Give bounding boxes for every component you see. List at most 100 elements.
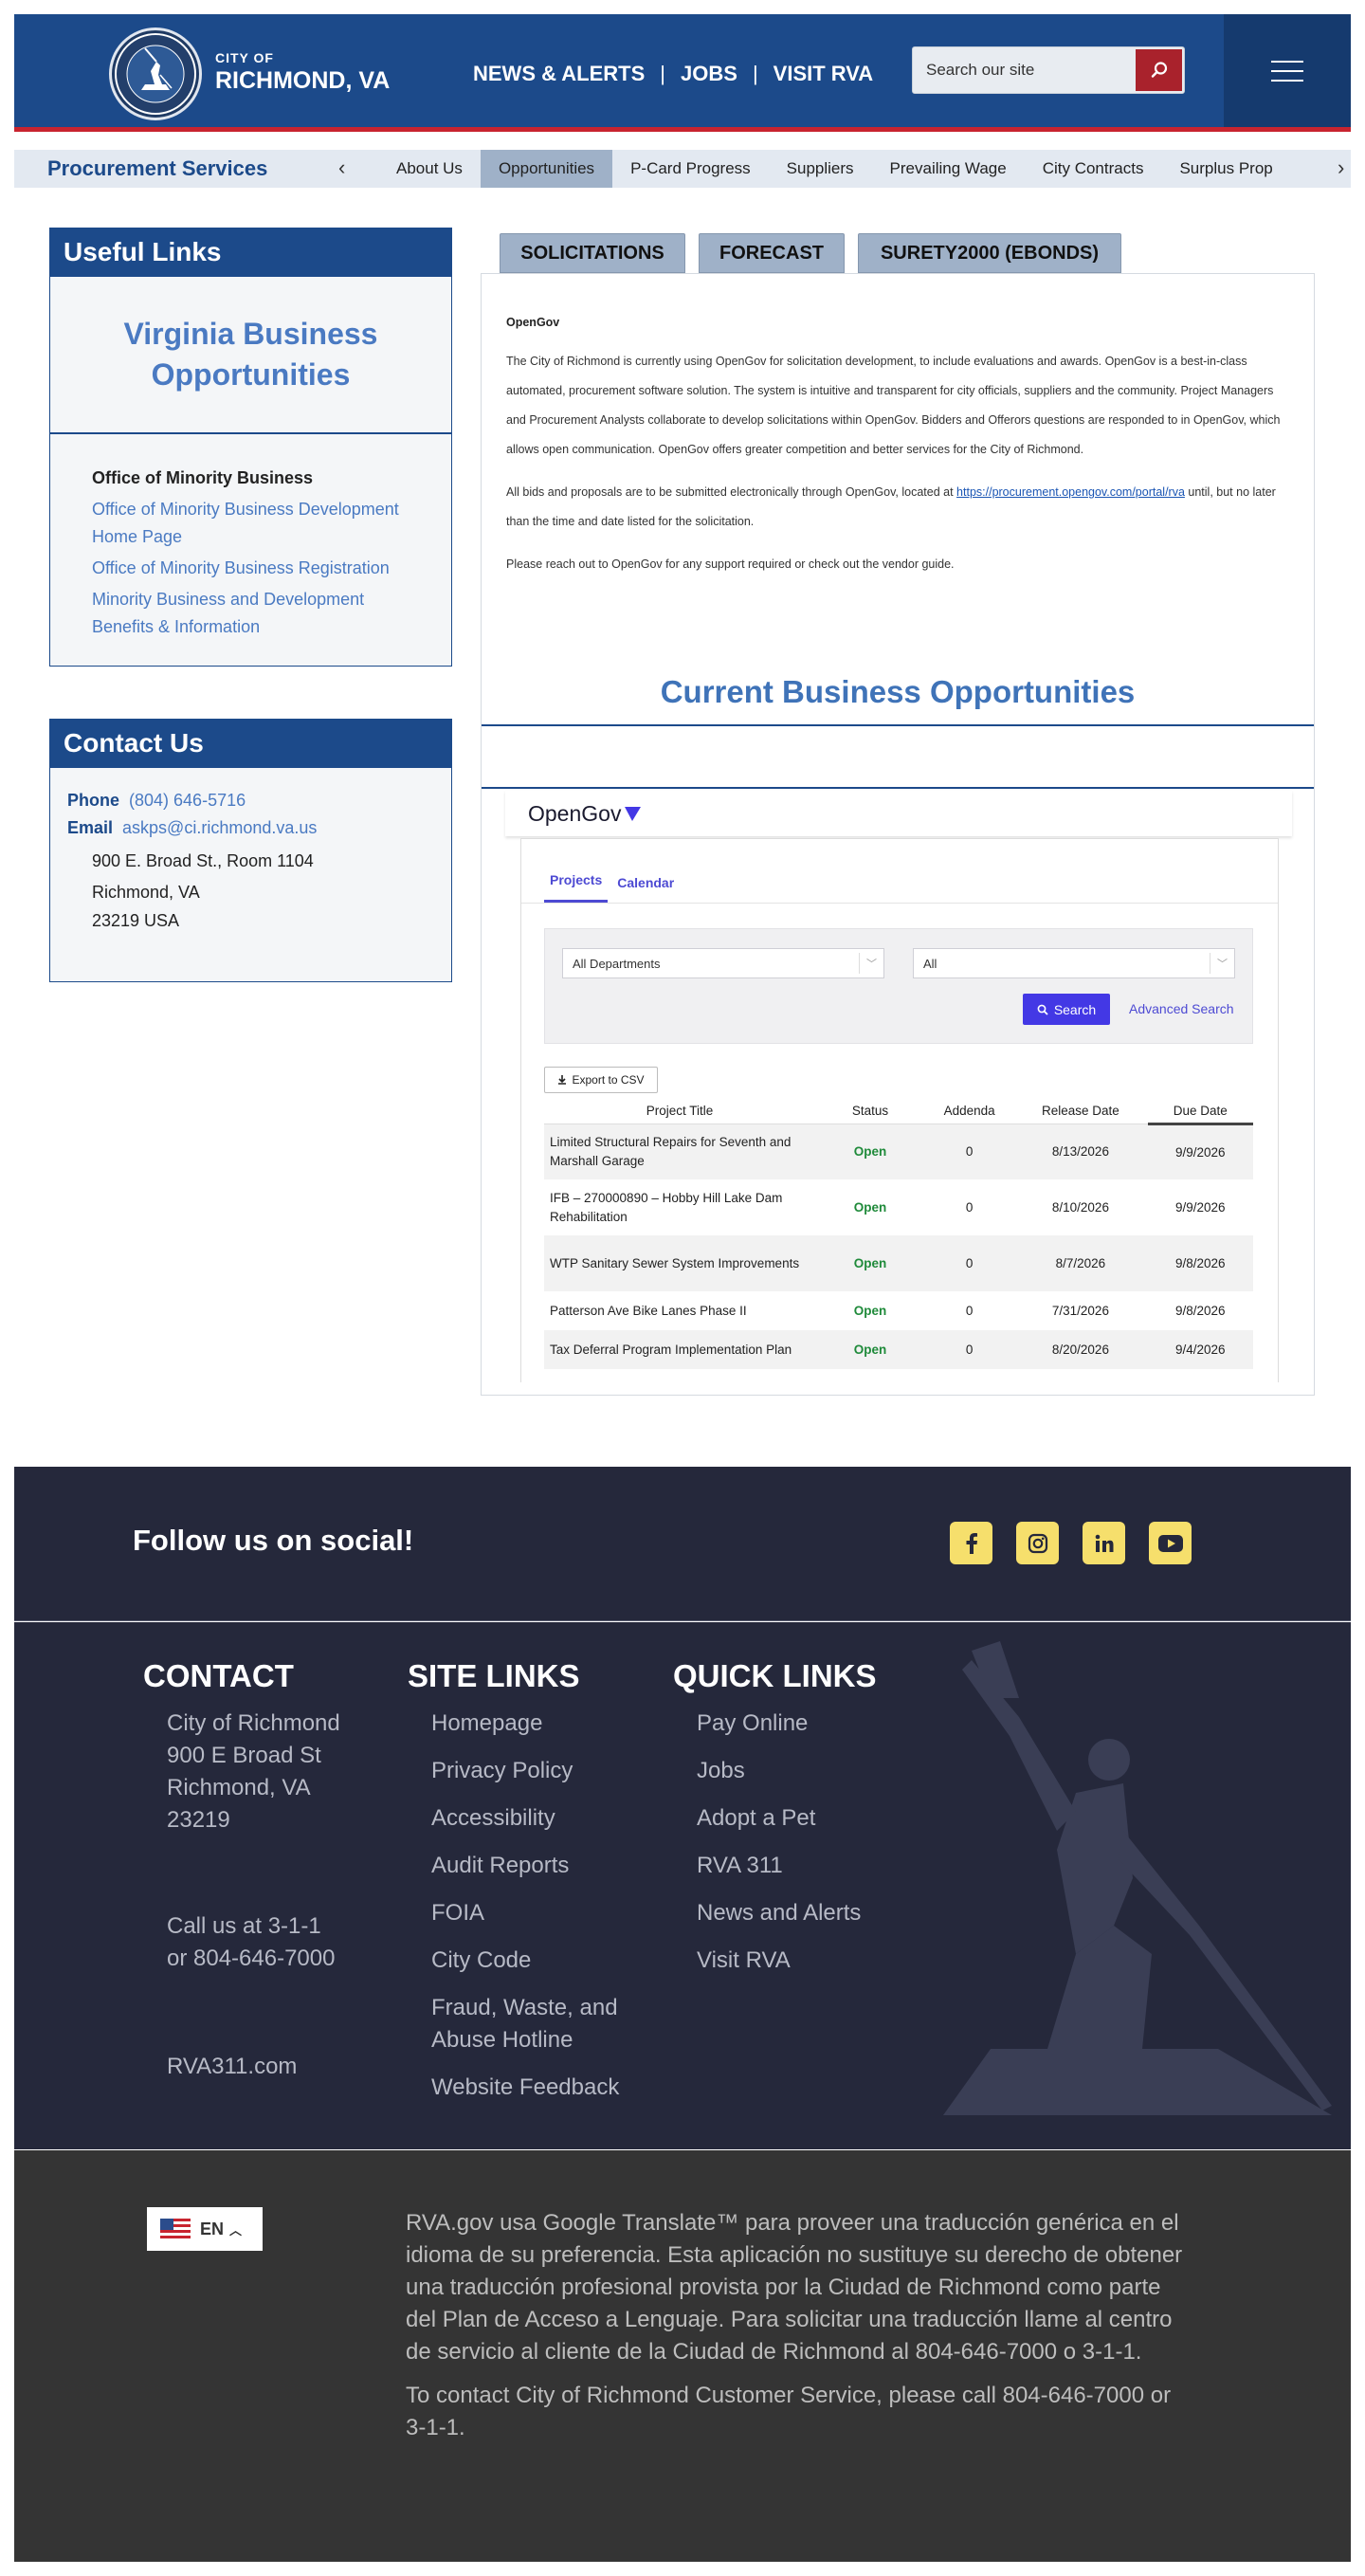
footer-link-rva-311[interactable]: RVA 311 [697, 1850, 877, 1882]
table-row[interactable]: Limited Structural Repairs for Seventh a… [544, 1124, 1253, 1179]
footer-link-news-alerts[interactable]: News and Alerts [697, 1897, 877, 1929]
contact-us-title: Contact Us [50, 720, 451, 768]
project-title[interactable]: Patterson Ave Bike Lanes Phase II [544, 1291, 815, 1330]
footer-contact-line: Richmond, VA [167, 1775, 311, 1800]
tab-projects[interactable]: Projects [544, 872, 609, 903]
social-title: Follow us on social! [133, 1524, 414, 1557]
column-header-status[interactable]: Status [815, 1099, 925, 1124]
footer-site-links-column: SITE LINKS Homepage Privacy Policy Acces… [408, 1658, 640, 2119]
footer-rva311-link[interactable]: RVA311.com [167, 2051, 340, 2083]
subnav-item-p-card-progress[interactable]: P-Card Progress [612, 150, 769, 188]
phone-link[interactable]: (804) 646-5716 [129, 791, 246, 810]
translate-section: EN ︿ RVA.gov usa Google Translate™ para … [14, 2150, 1351, 2562]
table-row[interactable]: Patterson Ave Bike Lanes Phase II Open 0… [544, 1291, 1253, 1330]
search-button[interactable] [1136, 49, 1182, 91]
footer-link-audit-reports[interactable]: Audit Reports [431, 1850, 640, 1882]
subnav-item-surplus-property[interactable]: Surplus Prop [1161, 150, 1290, 188]
linkedin-icon[interactable] [1083, 1522, 1125, 1564]
project-title[interactable]: WTP Sanitary Sewer System Improvements [544, 1235, 815, 1291]
table-row[interactable]: IFB – 270000890 – Hobby Hill Lake Dam Re… [544, 1179, 1253, 1235]
footer-link-website-feedback[interactable]: Website Feedback [431, 2072, 640, 2104]
footer-call-line[interactable]: or 804-646-7000 [167, 1943, 340, 1975]
nav-jobs[interactable]: JOBS [681, 62, 737, 86]
nav-separator: | [660, 62, 666, 85]
project-due-date: 9/8/2026 [1174, 1304, 1226, 1318]
virginia-business-opportunities-link[interactable]: Virginia Business Opportunities [50, 277, 451, 434]
tab-solicitations[interactable]: SOLICITATIONS [500, 233, 685, 273]
tab-calendar[interactable]: Calendar [611, 875, 680, 903]
site-footer: CONTACT City of Richmond 900 E Broad St … [14, 1622, 1351, 2149]
export-csv-button[interactable]: Export to CSV [544, 1067, 658, 1093]
city-wordmark-big: RICHMOND, VA [215, 67, 391, 94]
footer-call-line[interactable]: Call us at 3-1-1 [167, 1910, 340, 1943]
tab-forecast[interactable]: FORECAST [699, 233, 845, 273]
footer-link-jobs[interactable]: Jobs [697, 1755, 877, 1787]
city-seal-logo[interactable] [109, 27, 202, 120]
footer-link-privacy-policy[interactable]: Privacy Policy [431, 1755, 640, 1787]
opengov-logo-text: OpenGov [528, 800, 622, 826]
table-row[interactable]: WTP Sanitary Sewer System Improvements O… [544, 1235, 1253, 1291]
omb-benefits-link[interactable]: Minority Business and Development Benefi… [92, 586, 405, 641]
youtube-icon[interactable] [1149, 1522, 1192, 1564]
opengov-embed: OpenGov Projects Calendar All Department… [505, 791, 1292, 1382]
project-status: Open [853, 1304, 887, 1318]
tab-surety2000[interactable]: SURETY2000 (EBONDS) [858, 233, 1121, 273]
status-select[interactable]: All ﹀ [913, 948, 1235, 978]
advanced-search-link[interactable]: Advanced Search [1129, 1001, 1234, 1016]
project-status: Open [853, 1343, 887, 1357]
contact-us-panel: Contact Us Phone (804) 646-5716 Email askp… [49, 719, 452, 982]
language-selector[interactable]: EN ︿ [147, 2207, 263, 2251]
project-due-date: 9/4/2026 [1174, 1343, 1226, 1357]
subnav-item-about-us[interactable]: About Us [378, 150, 481, 188]
chevron-right-icon[interactable]: › [1338, 155, 1344, 180]
section-title[interactable]: Procurement Services [47, 156, 267, 181]
portal-search-button[interactable]: Search [1023, 994, 1110, 1025]
subnav-item-suppliers[interactable]: Suppliers [769, 150, 872, 188]
footer-link-homepage[interactable]: Homepage [431, 1708, 640, 1740]
project-status: Open [853, 1200, 887, 1215]
project-title[interactable]: Limited Structural Repairs for Seventh a… [544, 1124, 815, 1179]
footer-link-fraud-hotline[interactable]: Fraud, Waste, and Abuse Hotline [431, 1992, 640, 2056]
footer-link-city-code[interactable]: City Code [431, 1945, 640, 1977]
subnav-item-prevailing-wage[interactable]: Prevailing Wage [872, 150, 1025, 188]
phone-label: Phone [67, 791, 120, 810]
footer-link-visit-rva[interactable]: Visit RVA [697, 1945, 877, 1977]
omb-registration-link[interactable]: Office of Minority Business Registration [92, 555, 405, 582]
hamburger-icon [1271, 53, 1303, 89]
omb-home-link[interactable]: Office of Minority Business Development … [92, 496, 405, 551]
subnav-item-opportunities[interactable]: Opportunities [480, 150, 613, 188]
footer-contact-line: City of Richmond [167, 1710, 340, 1736]
facebook-icon[interactable] [950, 1522, 992, 1564]
column-header-project-title[interactable]: Project Title [544, 1099, 815, 1124]
department-select[interactable]: All Departments ﹀ [562, 948, 884, 978]
opengov-portal-link[interactable]: https://procurement.opengov.com/portal/r… [956, 485, 1185, 499]
opengov-logo[interactable]: OpenGov [528, 801, 642, 827]
nav-news-alerts[interactable]: NEWS & ALERTS [473, 62, 645, 86]
footer-contact-items: City of Richmond 900 E Broad St Richmond… [143, 1708, 340, 2083]
footer-link-foia[interactable]: FOIA [431, 1897, 640, 1929]
project-addenda: 0 [965, 1256, 974, 1270]
column-header-addenda[interactable]: Addenda [925, 1099, 1014, 1124]
city-wordmark[interactable]: CITY OF RICHMOND, VA [215, 50, 390, 95]
table-row[interactable]: Tax Deferral Program Implementation Plan… [544, 1330, 1253, 1369]
email-link[interactable]: askps@ci.richmond.va.us [122, 818, 317, 837]
project-title[interactable]: IFB – 270000890 – Hobby Hill Lake Dam Re… [544, 1179, 815, 1235]
chevron-left-icon[interactable]: ‹ [338, 155, 345, 180]
project-release-date: 7/31/2026 [1051, 1304, 1109, 1318]
project-title[interactable]: Tax Deferral Program Implementation Plan [544, 1330, 815, 1369]
search-input[interactable] [913, 47, 1136, 93]
city-seal-icon [115, 33, 196, 115]
site-search [912, 46, 1185, 94]
footer-contact-line: 900 E Broad St [167, 1743, 321, 1768]
subnav-item-city-contracts[interactable]: City Contracts [1025, 150, 1162, 188]
footer-link-pay-online[interactable]: Pay Online [697, 1708, 877, 1740]
column-header-release-date[interactable]: Release Date [1013, 1099, 1148, 1124]
column-header-due-date[interactable]: Due Date [1147, 1099, 1253, 1125]
menu-button[interactable] [1224, 14, 1351, 127]
footer-link-adopt-a-pet[interactable]: Adopt a Pet [697, 1802, 877, 1835]
instagram-icon[interactable] [1016, 1522, 1059, 1564]
footer-quick-links: Pay Online Jobs Adopt a Pet RVA 311 News… [673, 1708, 877, 1977]
nav-visit-rva[interactable]: VISIT RVA [774, 62, 874, 86]
footer-link-accessibility[interactable]: Accessibility [431, 1802, 640, 1835]
footer-site-links-title: SITE LINKS [408, 1658, 580, 1693]
